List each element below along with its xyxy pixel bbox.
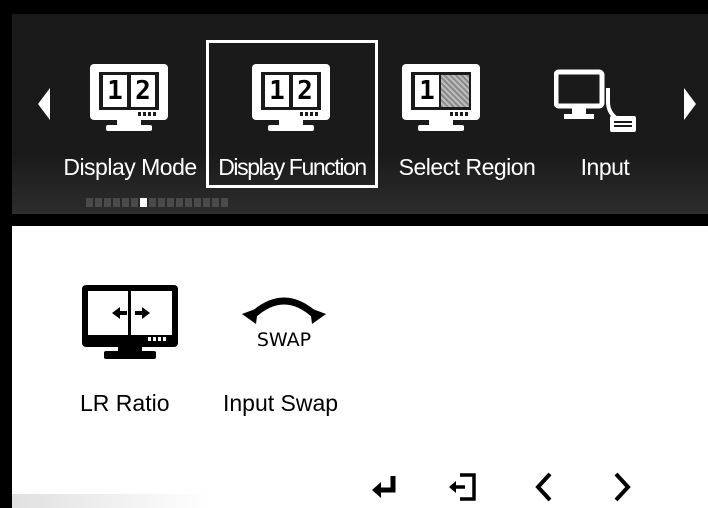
monitor-region-1-icon: 1 xyxy=(402,64,480,132)
menu-divider xyxy=(12,222,708,226)
left-chevron-icon[interactable] xyxy=(528,470,562,504)
menu-page-indicator xyxy=(86,198,228,208)
monitor-split-12-icon: 1 2 xyxy=(90,64,168,132)
left-bezel xyxy=(0,225,12,508)
menu-item-label: Input xyxy=(580,154,630,180)
menu-item-label: Display Mode xyxy=(63,154,197,180)
svg-text:SWAP: SWAP xyxy=(257,329,311,351)
menu-scroll-left-icon[interactable] xyxy=(38,88,50,120)
menu-item-input[interactable]: Input xyxy=(554,44,650,184)
right-chevron-icon[interactable] xyxy=(604,470,638,504)
swap-arrow-icon[interactable]: SWAP xyxy=(238,290,330,356)
lr-ratio-monitor-icon[interactable] xyxy=(82,285,178,359)
bottom-edge-shadow xyxy=(12,494,212,508)
enter-icon[interactable] xyxy=(368,470,402,504)
exit-icon[interactable] xyxy=(446,470,480,504)
menu-item-label: Display Function xyxy=(218,154,367,180)
menu-item-select-region[interactable]: 1 Select Region xyxy=(384,44,550,184)
monitor-input-connector-icon xyxy=(554,69,636,132)
menu-item-label: Select Region xyxy=(398,154,536,180)
submenu-item-input-swap[interactable]: Input Swap xyxy=(223,390,338,417)
monitor-split-12-icon: 1 2 xyxy=(252,64,330,132)
menu-item-display-function[interactable]: 1 2 Display Function xyxy=(206,44,378,184)
menu-scroll-right-icon[interactable] xyxy=(684,88,696,120)
submenu-item-lr-ratio[interactable]: LR Ratio xyxy=(80,390,169,417)
menu-item-display-mode[interactable]: 1 2 Display Mode xyxy=(52,44,208,184)
